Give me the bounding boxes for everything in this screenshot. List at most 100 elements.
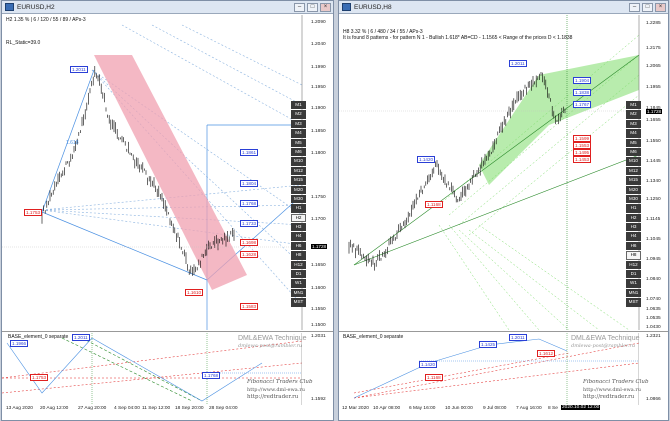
date-tick: 11 Sep 12:00 <box>142 406 171 411</box>
right-watermark-title: DML&EWA Technique <box>571 335 640 342</box>
tf-button-h4[interactable]: H4 <box>626 232 641 241</box>
tf-button-m10[interactable]: M10 <box>626 157 641 166</box>
right-title-bar[interactable]: EURUSD,H8 – □ × <box>339 1 668 14</box>
tf-button-m1[interactable]: M1 <box>626 101 641 110</box>
tf-button-h2[interactable]: H2 <box>291 213 306 223</box>
tf-button-mst[interactable]: MST <box>291 298 306 307</box>
tf-button-h2[interactable]: H2 <box>626 213 641 223</box>
left-watermark-email: dmlewa-post@rambler.ru <box>238 343 303 349</box>
price-tick: 1.1250 <box>646 197 661 202</box>
right-info-line2: It is found 8 patterns - for pattern N 1… <box>343 35 573 41</box>
price-tick: 1.1990 <box>311 65 326 70</box>
tf-button-d1[interactable]: D1 <box>626 270 641 279</box>
tf-button-m30[interactable]: M30 <box>626 194 641 204</box>
tf-button-m1[interactable]: M1 <box>291 101 306 110</box>
tf-button-h1[interactable]: H1 <box>291 204 306 213</box>
right-current-price: 1.1728 <box>646 109 663 114</box>
tf-button-mst[interactable]: MST <box>626 298 641 307</box>
tf-button-h6[interactable]: H6 <box>291 241 306 251</box>
right-sub-label-blue-1: 1.2011 <box>509 334 527 342</box>
tf-button-w1[interactable]: W1 <box>291 279 306 288</box>
left-chart-window[interactable]: EURUSD,H2 – □ × H2 1.35 % | 6 / 120 / 55… <box>1 0 334 421</box>
tf-button-mn1[interactable]: MN1 <box>291 288 306 298</box>
tf-button-m2[interactable]: M2 <box>291 110 306 119</box>
left-label-red-4: 1.1610 <box>185 289 204 297</box>
left-title-bar[interactable]: EURUSD,H2 – □ × <box>2 1 333 14</box>
tf-button-m10[interactable]: M10 <box>291 157 306 166</box>
tf-button-m6[interactable]: M6 <box>626 147 641 157</box>
date-tick: 10 Apr 08:00 <box>373 406 401 411</box>
minimize-button[interactable]: – <box>629 2 640 12</box>
price-tick: 1.2175 <box>646 46 661 51</box>
date-tick: 12 Mar 2020 <box>342 406 369 411</box>
tf-button-h12[interactable]: H12 <box>291 260 306 270</box>
right-watermark-url2: http://redtrader.ru <box>583 394 635 400</box>
left-sub-label-red-1: 1.1753 <box>30 374 49 382</box>
right-price-chart[interactable] <box>339 15 669 330</box>
date-tick: 6 May 16:00 <box>409 406 436 411</box>
price-tick: 1.0535 <box>646 316 661 321</box>
tf-button-m15[interactable]: M15 <box>291 176 306 185</box>
tf-button-d1[interactable]: D1 <box>291 270 306 279</box>
tf-button-m12[interactable]: M12 <box>291 166 306 176</box>
close-button[interactable]: × <box>655 2 666 12</box>
right-subwindow-separator[interactable] <box>339 331 668 332</box>
tf-button-m20[interactable]: M20 <box>626 185 641 194</box>
left-watermark-club: Fibonacci Traders Club <box>247 379 313 385</box>
maximize-button[interactable]: □ <box>307 2 318 12</box>
left-subwindow-separator[interactable] <box>2 331 333 332</box>
tf-button-m12[interactable]: M12 <box>626 166 641 176</box>
tf-button-h1[interactable]: H1 <box>626 204 641 213</box>
date-highlight: 2020.10.02 12:00 <box>561 405 601 410</box>
left-label-red-2: 1.1698 <box>240 239 259 247</box>
right-sub-axis-bottom: 1.0866 <box>646 397 661 402</box>
tf-button-m15[interactable]: M15 <box>626 176 641 185</box>
price-tick: 1.1955 <box>646 85 661 90</box>
maximize-button[interactable]: □ <box>642 2 653 12</box>
price-tick: 1.0840 <box>646 277 661 282</box>
right-sub-label-blue-2: 1.1420 <box>419 361 438 369</box>
tf-button-m4[interactable]: M4 <box>626 129 641 138</box>
tf-button-h3[interactable]: H3 <box>626 223 641 232</box>
tf-button-h3[interactable]: H3 <box>291 223 306 232</box>
tf-button-mn1[interactable]: MN1 <box>626 288 641 298</box>
left-price-chart[interactable] <box>2 15 334 330</box>
left-current-price: 1.1728 <box>311 244 328 249</box>
date-tick: 27 Aug 20:00 <box>78 406 107 411</box>
date-tick: 8 Se <box>548 406 558 411</box>
tf-button-h8[interactable]: H8 <box>291 251 306 260</box>
price-tick: 1.0635 <box>646 307 661 312</box>
tf-button-w1[interactable]: W1 <box>626 279 641 288</box>
price-tick: 1.1600 <box>311 286 326 291</box>
date-tick: 10 Jun 00:00 <box>445 406 473 411</box>
price-tick: 1.1850 <box>311 129 326 134</box>
tf-button-m3[interactable]: M3 <box>626 119 641 129</box>
right-chart-window[interactable]: EURUSD,H8 – □ × H8 3.32 % | 6 / 480 / 34… <box>338 0 669 421</box>
tf-button-h12[interactable]: H12 <box>626 260 641 270</box>
chart-window-icon <box>342 3 351 11</box>
left-info-line1: H2 1.35 % | 6 / 120 / 55 / 89 / APs-3 <box>6 17 86 23</box>
tf-button-m5[interactable]: M5 <box>626 138 641 147</box>
minimize-button[interactable]: – <box>294 2 305 12</box>
tf-button-m5[interactable]: M5 <box>291 138 306 147</box>
price-tick: 1.1145 <box>646 217 661 222</box>
left-watermark-title: DML&EWA Technique <box>238 335 307 342</box>
right-label-blue-4: 1.1767 <box>573 101 592 109</box>
close-button[interactable]: × <box>320 2 331 12</box>
tf-button-h8[interactable]: H8 <box>626 251 641 260</box>
tf-button-m30[interactable]: M30 <box>291 194 306 204</box>
tf-button-m6[interactable]: M6 <box>291 147 306 157</box>
tf-button-m4[interactable]: M4 <box>291 129 306 138</box>
tf-button-h6[interactable]: H6 <box>626 241 641 251</box>
tf-button-m3[interactable]: M3 <box>291 119 306 129</box>
price-tick: 1.0740 <box>646 297 661 302</box>
left-label-red-3: 1.1628 <box>240 251 259 259</box>
tf-button-m20[interactable]: M20 <box>291 185 306 194</box>
price-tick: 1.1800 <box>311 151 326 156</box>
price-tick: 1.1650 <box>311 263 326 268</box>
tf-button-h4[interactable]: H4 <box>291 232 306 241</box>
right-window-title: EURUSD,H8 <box>354 3 392 11</box>
left-sub-label-blue-3: 1.1768 <box>202 372 221 380</box>
tf-button-m2[interactable]: M2 <box>626 110 641 119</box>
left-label-blue-2: 1.1861 <box>240 149 259 157</box>
